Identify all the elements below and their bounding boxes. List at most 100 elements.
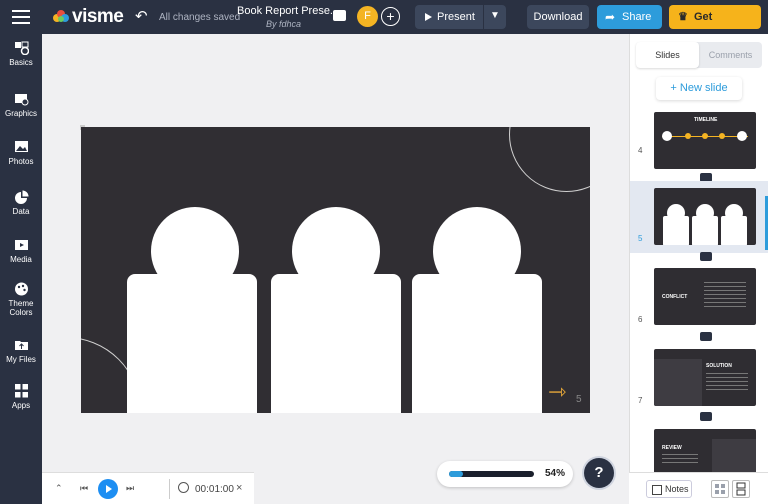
chevron-down-icon[interactable]: ▼ (484, 5, 506, 29)
skip-forward-icon[interactable]: ⏭ (126, 483, 134, 494)
sidebar-item-theme-colors[interactable]: Theme Colors (0, 282, 42, 317)
thumbnail-image (654, 188, 756, 245)
sidebar-item-graphics[interactable]: Graphics (0, 92, 42, 118)
thumbnail-shape (692, 216, 718, 245)
timeline-dot (662, 131, 672, 141)
folder-upload-icon (14, 341, 28, 350)
sidebar-item-label: Graphics (4, 109, 37, 118)
sidebar-item-photos[interactable]: Photos (0, 140, 42, 166)
thumbnail-title: CONFLICT (662, 294, 688, 300)
slide-number: 6 (638, 315, 643, 324)
chevron-up-icon[interactable]: ⌃ (55, 483, 63, 494)
profile-placeholder-body[interactable] (127, 274, 257, 413)
thumbnail-image: CONFLICT (654, 268, 756, 325)
present-button[interactable]: Present (415, 5, 483, 29)
profile-placeholder-body[interactable] (271, 274, 401, 413)
thumbnail-image: SOLUTION (654, 349, 756, 406)
thumbnail-text-lines (704, 282, 746, 308)
slide-page-number: 5 (576, 394, 582, 405)
pie-chart-icon (14, 190, 28, 204)
slide-number: 5 (638, 234, 643, 243)
new-slide-button[interactable]: + New slide (656, 77, 742, 100)
visme-logo[interactable]: visme (52, 6, 124, 28)
comment-icon[interactable] (333, 10, 346, 21)
slide-thumbnail[interactable]: REVIEW (630, 425, 768, 472)
slide-duration[interactable]: 00:01:00 (195, 484, 234, 495)
play-button[interactable] (98, 479, 118, 499)
project-title[interactable]: Book Report Prese... (237, 5, 332, 17)
thumbnail-title: SOLUTION (706, 363, 732, 369)
slide-thumbnail[interactable]: 6 CONFLICT (630, 264, 768, 336)
sidebar-item-media[interactable]: Media (0, 238, 42, 264)
thumbnail-image: REVIEW (654, 429, 756, 472)
list-view-icon[interactable] (732, 480, 750, 498)
undo-icon[interactable]: ↶ (135, 7, 148, 25)
thumbnail-image: TIMELINE (654, 112, 756, 169)
project-author: By fdhca (266, 19, 302, 29)
menu-icon[interactable] (12, 10, 30, 24)
transition-icon[interactable] (700, 332, 712, 341)
tab-slides[interactable]: Slides (636, 42, 699, 68)
slide-number: 7 (638, 396, 643, 405)
sidebar-item-label: Basics (9, 58, 33, 67)
clock-icon (178, 482, 189, 493)
sidebar-item-data[interactable]: Data (0, 190, 42, 216)
share-label: Share (622, 11, 652, 23)
transition-icon[interactable] (700, 412, 712, 421)
sidebar-item-label: My Files (6, 355, 36, 364)
sidebar-item-basics[interactable]: Basics (0, 41, 42, 67)
thumbnail-text-lines (662, 454, 698, 464)
divider (169, 479, 170, 499)
slide-thumbnail[interactable]: 4 TIMELINE (630, 108, 768, 180)
slide-thumbnail-selected[interactable]: 5 (630, 181, 768, 253)
sidebar-item-label: Media (10, 255, 32, 264)
timeline-dot (719, 133, 725, 139)
decorative-circle (509, 127, 590, 192)
zoom-value: 54% (545, 468, 566, 479)
logo-text: visme (72, 6, 124, 27)
top-bar: visme ↶ All changes saved Book Report Pr… (0, 0, 768, 47)
grid-view-icon[interactable] (711, 480, 729, 498)
sidebar-item-label: Data (12, 207, 30, 216)
save-status: All changes saved (159, 12, 241, 23)
premium-button[interactable]: ♛Get Premium (669, 5, 761, 47)
sidebar-item-apps[interactable]: Apps (0, 384, 42, 410)
notes-button[interactable]: Notes (646, 480, 692, 498)
graphics-icon (14, 94, 28, 106)
panel-tabs: Slides Comments (636, 42, 762, 68)
tab-comments[interactable]: Comments (699, 42, 762, 68)
thumbnail-photo (712, 439, 756, 472)
zoom-slider-fill (449, 471, 463, 477)
skip-back-icon[interactable]: ⏮ (80, 483, 88, 494)
slide-canvas[interactable]: ⇾ 5 (81, 127, 590, 413)
playback-bar: ⌃ ⏮ ⏭ 00:01:00 × (42, 472, 254, 504)
logo-mark-icon (53, 10, 69, 22)
thumbnail-shape (721, 216, 747, 245)
left-sidebar: Basics Graphics Photos Data Media Theme … (0, 34, 42, 504)
help-button[interactable]: ? (584, 458, 614, 488)
zoom-control: 54% (437, 461, 573, 487)
transition-icon[interactable] (700, 252, 712, 261)
download-button[interactable]: Download (527, 5, 589, 29)
sidebar-item-label: Apps (11, 401, 31, 410)
share-icon: ➦ (605, 10, 616, 24)
sidebar-item-label: Theme Colors (8, 299, 34, 317)
add-collaborator-icon[interactable]: + (381, 7, 400, 26)
crown-icon: ♛ (678, 11, 688, 23)
palette-icon (14, 282, 28, 296)
zoom-slider[interactable] (449, 471, 534, 477)
slide-thumbnail[interactable]: 7 SOLUTION (630, 345, 768, 417)
arrow-right-icon: ⇾ (548, 379, 567, 404)
slide-number: 4 (638, 146, 643, 155)
sidebar-item-label: Photos (8, 157, 34, 166)
sidebar-item-my-files[interactable]: My Files (0, 338, 42, 364)
profile-placeholder-body[interactable] (412, 274, 542, 413)
image-icon (14, 141, 28, 152)
timeline-dot (685, 133, 691, 139)
thumbnail-title: REVIEW (662, 445, 682, 451)
close-icon[interactable]: × (236, 482, 242, 494)
share-button[interactable]: ➦ Share (597, 5, 662, 29)
thumbnail-shape (663, 216, 689, 245)
avatar[interactable]: F (357, 6, 378, 27)
thumbnail-title: TIMELINE (694, 117, 718, 123)
